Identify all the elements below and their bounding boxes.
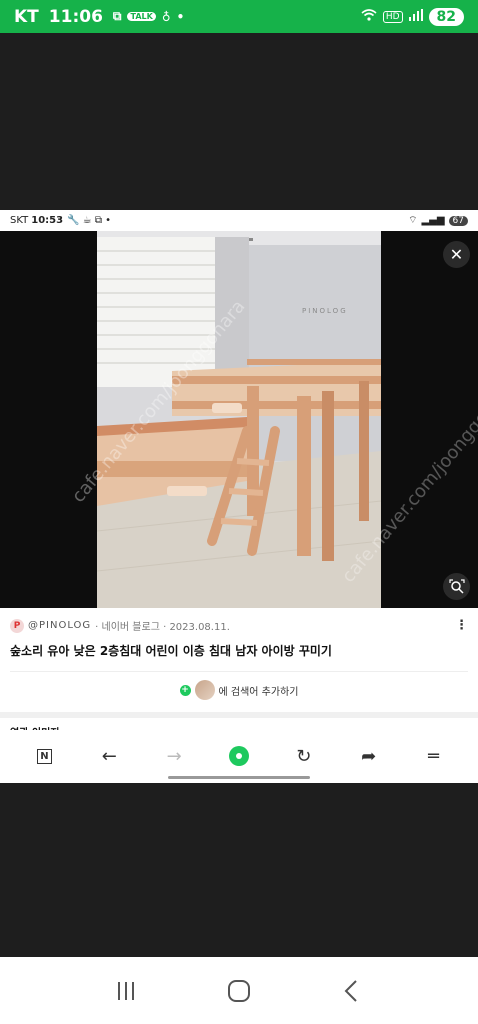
image-viewer[interactable]: PINOLOG cafe.naver.com/joonggonara cafe.… (0, 231, 478, 608)
photo-watermark: PINOLOG (302, 307, 348, 315)
home-button[interactable] (219, 971, 259, 1011)
lens-search-button[interactable] (443, 573, 470, 600)
source-meta: · 네이버 블로그 · 2023.08.11. (95, 622, 230, 633)
menu-icon: ═ (428, 745, 439, 767)
related-images-heading: 연관 이미지 (0, 718, 478, 730)
refresh-button[interactable]: ↻ (290, 742, 318, 770)
naver-home-button[interactable]: N (30, 742, 58, 770)
browser-toolbar: N ← → ↻ ➦ ═ (0, 737, 478, 783)
source-row: P @PINOLOG · 네이버 블로그 · 2023.08.11. ⋮ (10, 618, 468, 633)
back-arrow-icon: ← (101, 745, 117, 767)
menu-button[interactable]: ═ (419, 742, 447, 770)
battery-indicator: 82 (428, 7, 464, 26)
more-options-icon[interactable]: ⋮ (455, 618, 468, 633)
talk-icon: TALK (127, 12, 156, 21)
naver-icon: N (36, 748, 52, 764)
add-search-term[interactable]: + 에 검색어 추가하기 (10, 680, 468, 700)
green-dot-button[interactable] (225, 742, 253, 770)
recents-icon (118, 981, 135, 1000)
back-nav-button[interactable] (332, 971, 372, 1011)
wifi-icon (361, 9, 377, 24)
back-chevron-icon (344, 979, 357, 1002)
refresh-icon: ↻ (296, 745, 312, 767)
system-nav-bar (0, 957, 478, 1024)
forward-arrow-icon: → (166, 745, 182, 767)
inner-status-bar: SKT 10:53 🔧 ☕ ⧉ • ⌔ ▂▄▆ 67 (0, 210, 478, 231)
lens-icon (448, 578, 465, 594)
inner-carrier: SKT (10, 215, 29, 226)
add-search-label: 에 검색어 추가하기 (218, 686, 299, 698)
screenshot-icon: ⧉ (112, 9, 122, 23)
result-info: P @PINOLOG · 네이버 블로그 · 2023.08.11. ⋮ 숲소리… (0, 608, 478, 700)
inner-clock: 10:53 (31, 215, 64, 226)
dot-icon: • (176, 9, 185, 24)
home-icon (227, 979, 250, 1002)
green-dot-icon (228, 746, 249, 766)
gesture-bar (168, 776, 310, 779)
recents-button[interactable] (106, 971, 146, 1011)
share-button[interactable]: ➦ (355, 742, 383, 770)
share-icon: ➦ (361, 745, 377, 767)
embedded-screenshot: SKT 10:53 🔧 ☕ ⧉ • ⌔ ▂▄▆ 67 PINOLOG cafe.… (0, 210, 478, 783)
carrier-label: KT (14, 6, 39, 27)
back-button[interactable]: ← (95, 742, 123, 770)
status-bar: KT 11:06 ⧉ TALK ♁ • HD 82 (0, 0, 478, 33)
divider (10, 671, 468, 672)
plus-icon: + (179, 684, 191, 696)
hd-icon: HD (382, 10, 403, 23)
background-bottom (0, 783, 478, 957)
inner-wifi-icon: ⌔ (408, 215, 418, 226)
result-title[interactable]: 숲소리 유아 낮은 2층침대 어린이 이층 침대 남자 아이방 꾸미기 (10, 642, 468, 659)
signal-icon (408, 9, 423, 24)
app-notification-icon: ♁ (161, 9, 171, 24)
inner-notification-icons: 🔧 ☕ ⧉ • (67, 215, 112, 226)
close-icon: ✕ (449, 245, 464, 264)
inner-signal-icon: ▂▄▆ (421, 215, 445, 226)
source-name[interactable]: @PINOLOG (28, 620, 91, 631)
forward-button[interactable]: → (160, 742, 188, 770)
inner-battery: 67 (448, 215, 468, 226)
clock: 11:06 (48, 6, 103, 27)
background-top (0, 33, 478, 210)
source-logo: P (10, 618, 24, 633)
close-button[interactable]: ✕ (443, 241, 470, 268)
thumbnail-avatar (194, 680, 215, 700)
